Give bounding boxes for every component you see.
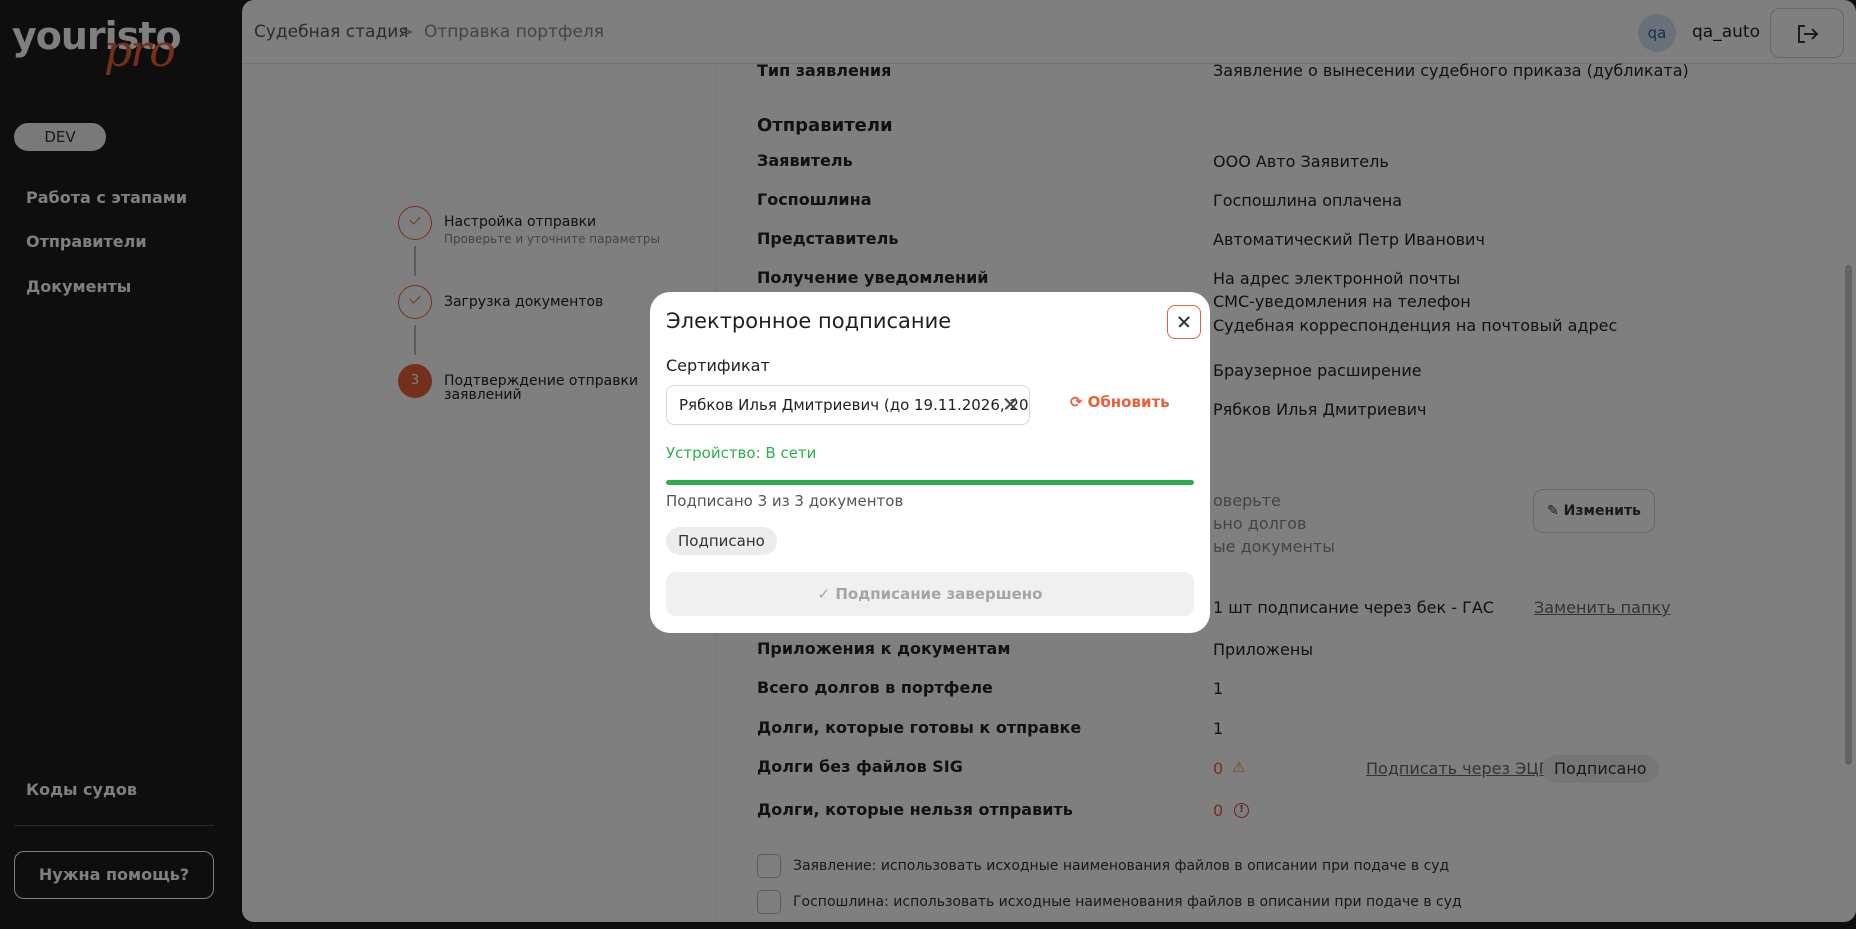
signing-complete-button[interactable]: ✓ Подписание завершено	[666, 572, 1194, 616]
modal-title: Электронное подписание	[666, 309, 952, 333]
refresh-icon: ⟳	[1070, 393, 1083, 411]
signing-progress-bar	[666, 480, 1194, 485]
check-icon: ✓	[817, 585, 831, 603]
signed-status-badge: Подписано	[666, 527, 777, 555]
certificate-label: Сертификат	[666, 356, 770, 375]
refresh-button-label: Обновить	[1087, 393, 1170, 411]
device-status: Устройство: В сети	[666, 444, 817, 462]
signing-modal: Электронное подписание Сертификат Рябков…	[650, 292, 1210, 633]
certificate-select[interactable]: Рябков Илья Дмитриевич (до 19.11.2026, 2…	[666, 385, 1030, 425]
clear-certificate-icon[interactable]	[1002, 395, 1020, 413]
close-icon[interactable]	[1167, 305, 1201, 339]
refresh-button[interactable]: ⟳ Обновить	[1070, 393, 1170, 411]
signing-progress-text: Подписано 3 из 3 документов	[666, 492, 904, 510]
signing-progress-fill	[666, 480, 1194, 485]
signing-complete-label: Подписание завершено	[835, 585, 1043, 603]
